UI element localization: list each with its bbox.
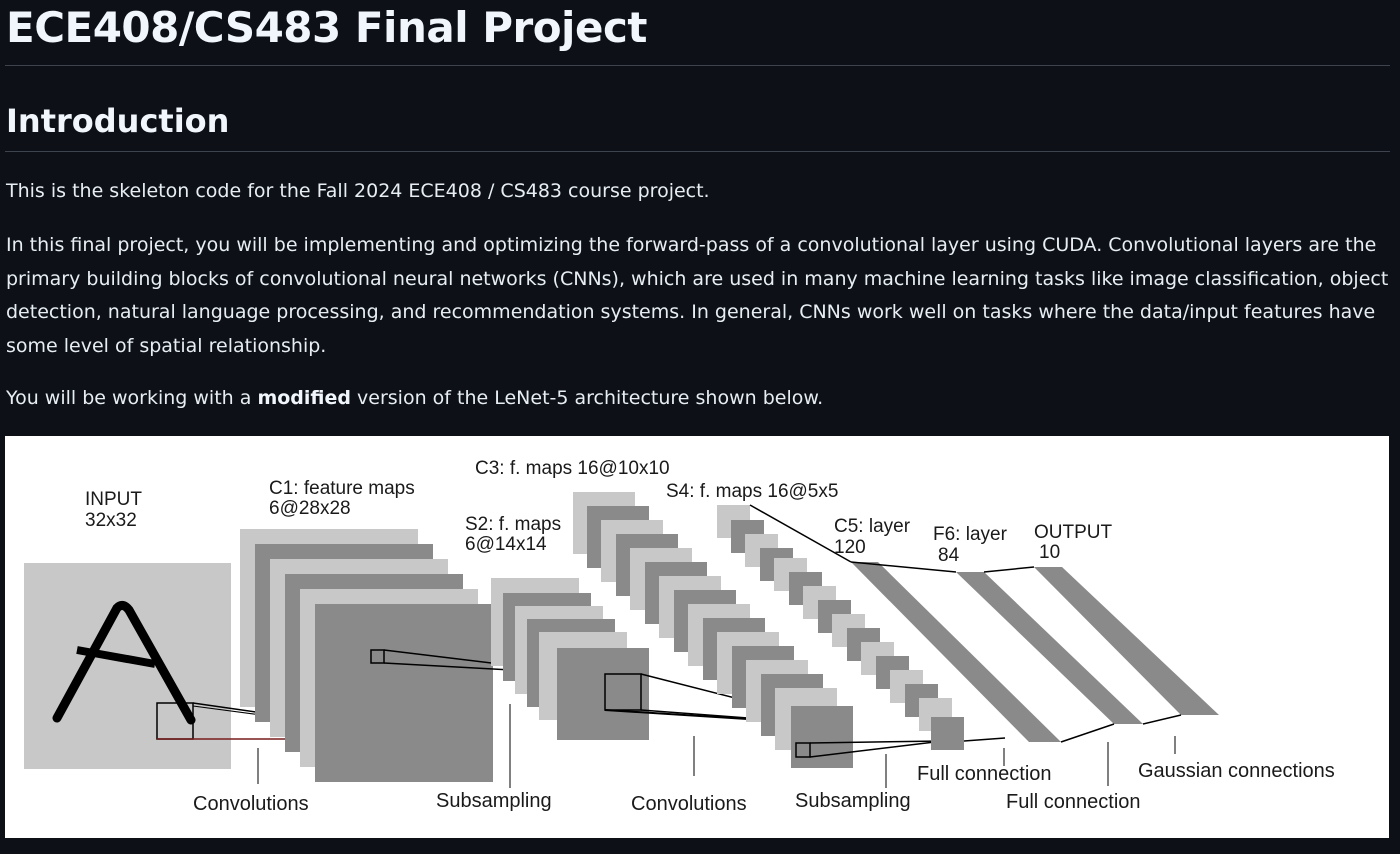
label-s2-size: 6@14x14: [465, 534, 547, 555]
label-c1: C1: feature maps: [269, 478, 415, 499]
op-subsampling-2: Subsampling: [795, 790, 911, 812]
op-convolutions-2: Convolutions: [631, 793, 747, 815]
page-title: ECE408/CS483 Final Project: [6, 3, 647, 52]
label-c1-size: 6@28x28: [269, 498, 351, 519]
op-full-connection-2: Full connection: [1006, 791, 1141, 813]
label-c3: C3: f. maps 16@10x10: [475, 458, 670, 479]
para3-text-start: You will be working with a: [6, 387, 258, 409]
label-s4: S4: f. maps 16@5x5: [666, 481, 838, 502]
readme-page: ECE408/CS483 Final Project Introduction …: [0, 0, 1400, 854]
label-f6-size: 84: [938, 545, 960, 566]
section-divider: [5, 151, 1390, 152]
intro-paragraph-3: You will be working with a modified vers…: [6, 382, 1391, 416]
para3-bold-word: modified: [257, 387, 351, 409]
label-f6: F6: layer: [933, 524, 1008, 545]
input-image: [24, 563, 231, 769]
label-output-size: 10: [1039, 542, 1060, 563]
label-c5: C5: layer: [834, 516, 911, 537]
op-subsampling-1: Subsampling: [436, 790, 552, 812]
intro-paragraph-2: In this final project, you will be imple…: [6, 234, 1389, 357]
s2-map-6: [557, 648, 649, 740]
op-convolutions-1: Convolutions: [193, 793, 309, 815]
label-s2: S2: f. maps: [465, 514, 561, 535]
label-c5-size: 120: [834, 537, 866, 558]
op-full-connection-1: Full connection: [917, 763, 1052, 785]
para3-text-end: version of the LeNet-5 architecture show…: [350, 387, 824, 409]
lenet5-architecture-figure: INPUT 32x32 C1: feature maps 6@28x28 S2:…: [5, 436, 1389, 838]
c1-map-6: [315, 604, 493, 782]
title-divider: [5, 65, 1390, 66]
label-output: OUTPUT: [1034, 522, 1113, 543]
op-gaussian-connections: Gaussian connections: [1138, 760, 1335, 782]
label-input-size: 32x32: [85, 510, 137, 531]
intro-paragraph-1: This is the skeleton code for the Fall 2…: [6, 180, 710, 202]
output-layer: [1034, 567, 1219, 715]
lenet5-diagram: INPUT 32x32 C1: feature maps 6@28x28 S2:…: [24, 458, 1335, 815]
label-input: INPUT: [85, 489, 142, 510]
section-heading-introduction: Introduction: [6, 102, 230, 140]
